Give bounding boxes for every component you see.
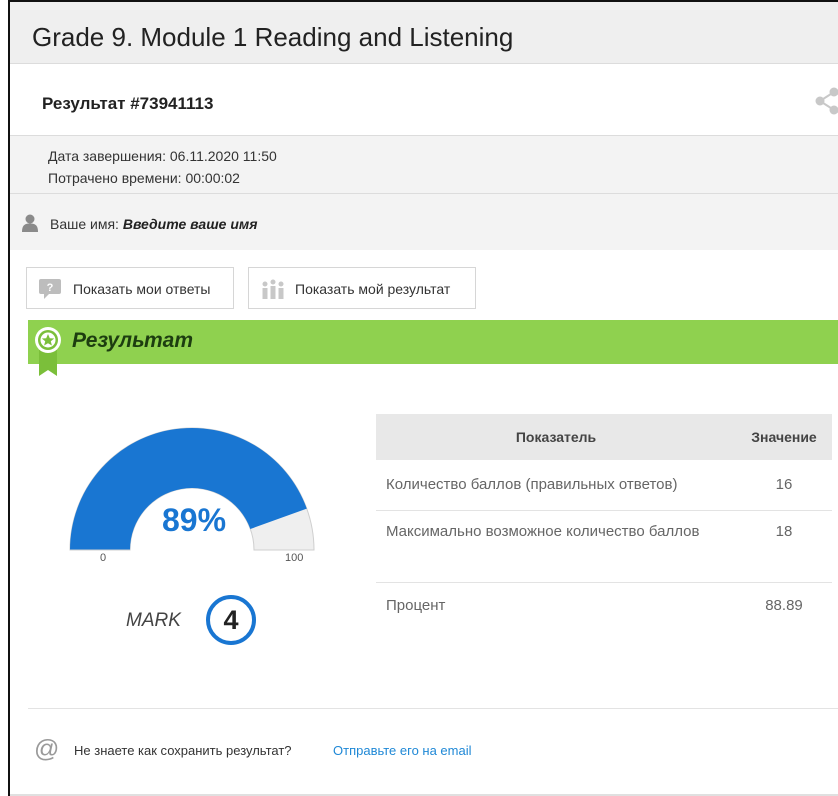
table-row: Процент 88.89	[376, 583, 832, 633]
name-row[interactable]: Ваше имя: Введите ваше имя	[10, 194, 838, 250]
send-email-link[interactable]: Отправьте его на email	[333, 743, 472, 758]
table-header-cell: Значение	[751, 429, 817, 445]
table-header-cell: Показатель	[515, 429, 597, 445]
save-question: Не знаете как сохранить результат?	[74, 743, 292, 758]
table-row: Количество баллов (правильных ответов) 1…	[376, 460, 832, 511]
award-badge-icon	[35, 327, 61, 376]
score-gauge	[69, 427, 315, 551]
table-cell-value: 16	[775, 476, 793, 493]
share-icon[interactable]	[814, 86, 838, 116]
result-meta: Дата завершения: 06.11.2020 11:50 Потрач…	[10, 136, 838, 194]
time-spent: Потрачено времени: 00:00:02	[48, 170, 240, 186]
gauge-max-label: 100	[285, 552, 304, 564]
show-answers-button[interactable]: ? Показать мои ответы	[26, 267, 234, 309]
save-result-row: @ Не знаете как сохранить результат? Отп…	[28, 736, 728, 766]
table-header: Показатель Значение	[376, 414, 832, 460]
show-answers-label: Показать мои ответы	[73, 281, 211, 297]
title-bar: Grade 9. Module 1 Reading and Listening	[10, 0, 838, 64]
mark-value: 4	[206, 595, 256, 645]
result-banner: Результат	[28, 320, 838, 376]
chart-icon	[262, 279, 284, 299]
user-icon	[22, 214, 38, 232]
name-label: Ваше имя:	[50, 216, 119, 232]
name-input[interactable]: Введите ваше имя	[123, 216, 258, 232]
table-cell-name: Количество баллов (правильных ответов)	[386, 476, 678, 493]
gauge-percent: 89%	[161, 502, 227, 538]
table-cell-value: 88.89	[765, 597, 803, 614]
table-cell-name: Максимально возможное количество баллов	[386, 523, 700, 540]
divider	[28, 708, 838, 709]
results-table: Показатель Значение Количество баллов (п…	[376, 414, 832, 633]
table-row: Максимально возможное количество баллов …	[376, 511, 832, 583]
at-icon: @	[34, 735, 60, 763]
show-result-button[interactable]: Показать мой результат	[248, 267, 476, 309]
show-result-label: Показать мой результат	[295, 281, 451, 297]
svg-text:?: ?	[47, 282, 54, 294]
gauge-min-label: 0	[100, 552, 107, 564]
result-header: Результат #73941113	[10, 64, 838, 136]
banner-title: Результат	[72, 329, 194, 352]
table-cell-value: 18	[775, 523, 793, 540]
table-cell-name: Процент	[386, 597, 446, 614]
result-page: Grade 9. Module 1 Reading and Listening …	[8, 0, 838, 796]
page-title: Grade 9. Module 1 Reading and Listening	[32, 22, 514, 52]
mark-label: MARK	[126, 610, 181, 631]
completion-date: Дата завершения: 06.11.2020 11:50	[48, 148, 277, 164]
result-id: Результат #73941113	[42, 94, 214, 113]
question-icon: ?	[39, 279, 61, 299]
